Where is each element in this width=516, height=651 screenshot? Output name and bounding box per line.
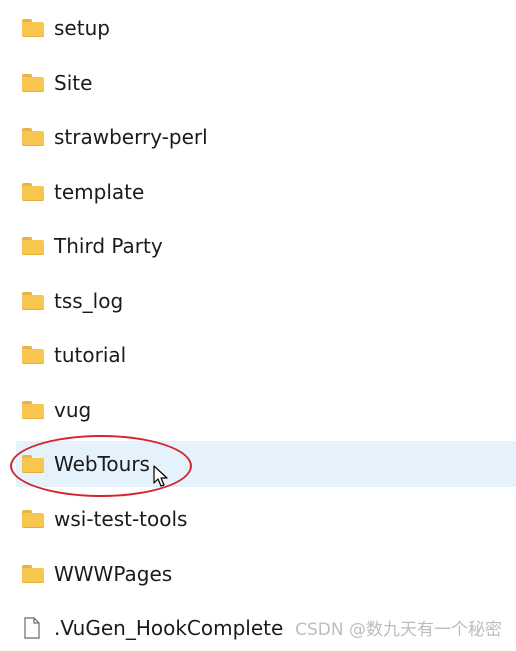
list-item-strawberry-perl[interactable]: strawberry-perl <box>16 114 516 160</box>
list-item-template[interactable]: template <box>16 169 516 215</box>
folder-icon <box>22 346 44 364</box>
folder-icon <box>22 128 44 146</box>
list-item-third-party[interactable]: Third Party <box>16 223 516 269</box>
list-item-vug[interactable]: vug <box>16 387 516 433</box>
folder-icon <box>22 19 44 37</box>
list-item-tss-log[interactable]: tss_log <box>16 278 516 324</box>
list-item-setup[interactable]: setup <box>16 5 516 51</box>
folder-icon <box>22 292 44 310</box>
folder-icon <box>22 183 44 201</box>
item-label: vug <box>54 398 91 422</box>
list-item-site[interactable]: Site <box>16 60 516 106</box>
item-label: WebTours <box>54 452 150 476</box>
list-item-webtours[interactable]: WebTours <box>16 441 516 487</box>
list-item-wwwpages[interactable]: WWWPages <box>16 551 516 597</box>
folder-icon <box>22 74 44 92</box>
folder-icon <box>22 565 44 583</box>
folder-icon <box>22 510 44 528</box>
item-label: tutorial <box>54 343 126 367</box>
item-label: template <box>54 180 144 204</box>
item-label: wsi-test-tools <box>54 507 187 531</box>
item-label: Third Party <box>54 234 163 258</box>
file-list: setup Site strawberry-perl template Thir… <box>0 0 516 646</box>
item-label: .VuGen_HookComplete <box>54 616 283 640</box>
file-icon <box>24 617 40 639</box>
list-item-tutorial[interactable]: tutorial <box>16 332 516 378</box>
folder-icon <box>22 237 44 255</box>
item-label: strawberry-perl <box>54 125 208 149</box>
item-label: setup <box>54 16 110 40</box>
mouse-pointer-icon <box>153 465 169 489</box>
item-label: tss_log <box>54 289 123 313</box>
item-label: Site <box>54 71 92 95</box>
folder-icon <box>22 401 44 419</box>
folder-icon <box>22 455 44 473</box>
list-item-wsi-test-tools[interactable]: wsi-test-tools <box>16 496 516 542</box>
item-label: WWWPages <box>54 562 172 586</box>
watermark: CSDN @数九天有一个秘密 <box>295 615 502 640</box>
